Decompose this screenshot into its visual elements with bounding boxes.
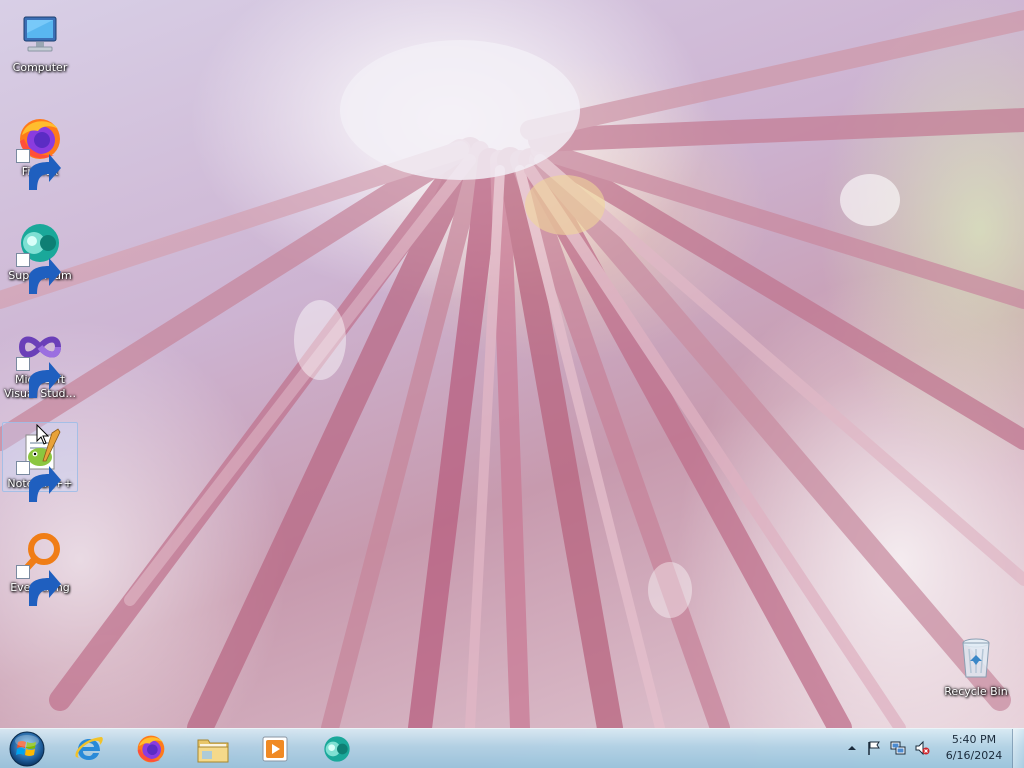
start-button[interactable] [4,729,50,768]
desktop-icon-firefox[interactable]: Firefox [2,110,78,190]
desktop[interactable]: Computer Firefox [0,0,1024,768]
shortcut-arrow-icon [16,149,61,190]
computer-icon [16,11,64,59]
recycle-bin-icon [952,635,1000,683]
volume-button[interactable] [914,740,930,756]
taskbar-pin-firefox[interactable] [122,730,180,767]
everything-icon [16,531,64,606]
desktop-icon-computer[interactable]: Computer [2,6,78,76]
taskbar: 5:40 PM 6/16/2024 [0,728,1024,768]
desktop-icon-supermium[interactable]: Supermium [2,214,78,294]
clock[interactable]: 5:40 PM 6/16/2024 [938,732,1010,766]
visual-studio-icon [16,323,64,398]
firefox-icon [16,115,64,190]
desktop-icon-label: Recycle Bin [944,685,1008,698]
network-button[interactable] [890,740,906,756]
internet-explorer-icon [75,736,103,760]
desktop-icon-everything[interactable]: Everything [2,526,78,606]
action-center-button[interactable] [866,740,882,756]
mouse-cursor-icon [36,424,50,445]
media-player-icon [262,736,288,761]
flag-icon [868,741,880,755]
supermium-icon [16,219,64,294]
desktop-icon-recycle-bin[interactable]: Recycle Bin [938,630,1014,700]
taskbar-pin-media-player[interactable] [246,730,304,767]
shortcut-arrow-icon [16,565,61,606]
network-icon [890,741,906,755]
taskbar-pin-internet-explorer[interactable] [60,730,118,767]
show-desktop-button[interactable] [1012,729,1024,768]
volume-muted-icon [915,740,930,756]
clock-date: 6/16/2024 [945,749,1003,762]
supermium-icon [324,735,350,762]
taskbar-pin-supermium[interactable] [308,730,366,767]
desktop-icon-visual-studio[interactable]: Microsoft Visual Stud... [2,318,78,402]
firefox-icon [137,735,165,762]
folder-icon [197,739,229,762]
chevron-up-icon [848,746,856,750]
taskbar-pin-windows-explorer[interactable] [184,730,242,767]
desktop-icon-label: Computer [12,61,68,74]
wallpaper [0,10,1024,728]
clock-time: 5:40 PM [951,733,997,746]
show-hidden-icons-button[interactable] [844,740,860,756]
shortcut-arrow-icon [16,461,61,502]
shortcut-arrow-icon [16,357,61,398]
shortcut-arrow-icon [16,253,61,294]
windows-logo-icon [9,731,45,766]
